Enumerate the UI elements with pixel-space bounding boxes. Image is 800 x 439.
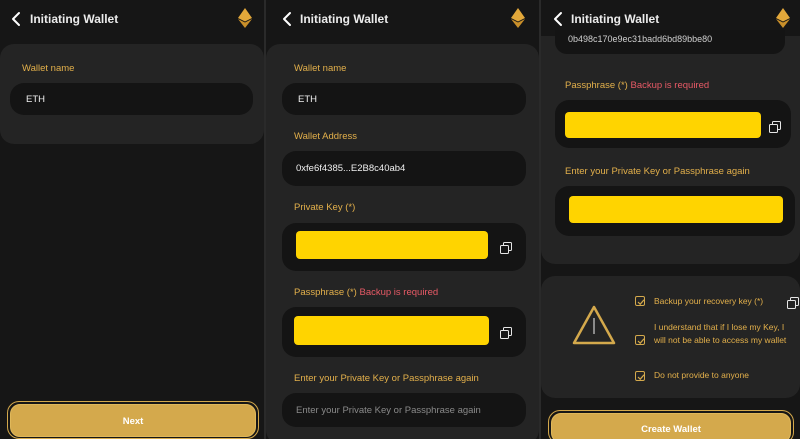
confirm-key-input[interactable] [555,186,795,236]
passphrase-redaction [565,112,761,138]
check-label-no-share: Do not provide to anyone [654,370,749,380]
passphrase-field[interactable] [555,100,791,148]
confirm-key-input[interactable]: Enter your Private Key or Passphrase aga… [282,393,526,427]
passphrase-field[interactable] [282,307,526,357]
confirm-key-placeholder: Enter your Private Key or Passphrase aga… [296,405,481,416]
ethereum-icon [238,8,252,28]
confirm-key-redaction [569,196,783,223]
passphrase-label: Passphrase (*) Backup is required [294,287,438,298]
passphrase-label-text: Passphrase (*) [565,80,628,91]
warning-triangle-icon [571,304,617,346]
checkbox-no-share[interactable] [635,371,645,381]
wallet-name-value: ETH [26,94,45,105]
wallet-address-label: Wallet Address [294,131,358,142]
wallet-name-label: Wallet name [294,63,347,74]
wallet-name-field[interactable]: ETH [10,83,253,115]
checkbox-backup[interactable] [635,296,645,306]
backup-required-warning: Backup is required [359,287,439,298]
step-wallet-name-screen: Initiating Wallet Wallet name ETH Next [0,0,264,439]
page-title: Initiating Wallet [300,12,389,26]
passphrase-label-text: Passphrase (*) [294,287,357,298]
copy-icon[interactable] [500,326,512,339]
wallet-name-field[interactable]: ETH [282,83,526,115]
chevron-left-icon[interactable] [281,11,295,27]
acknowledgement-card: Backup your recovery key (*) I understan… [541,276,800,398]
page-title: Initiating Wallet [571,12,660,26]
step-wallet-keys-screen: Initiating Wallet Wallet name ETH Wallet… [266,0,539,439]
wallet-address-partial: 0b498c170e9ec31badd6bd89bbe80 [568,34,713,44]
check-label-backup: Backup your recovery key (*) [654,296,764,306]
chevron-left-icon[interactable] [552,11,566,27]
next-button[interactable]: Next [10,404,256,437]
passphrase-label: Passphrase (*) Backup is required [565,80,709,91]
checkbox-understand[interactable] [635,335,645,345]
app-header: Initiating Wallet [266,0,539,40]
passphrase-redaction [294,316,489,345]
wallet-address-value: 0xfe6f4385...E2B8c40ab4 [296,163,406,174]
copy-icon[interactable] [769,120,781,133]
create-wallet-button[interactable]: Create Wallet [551,413,791,439]
private-key-label: Private Key (*) [294,202,356,213]
step-confirm-screen: Initiating Wallet 0b498c170e9ec31badd6bd… [541,0,800,439]
copy-icon[interactable] [500,241,512,254]
wallet-name-label: Wallet name [22,63,75,74]
confirm-key-label: Enter your Private Key or Passphrase aga… [294,373,479,384]
wallet-name-card: Wallet name ETH [0,44,264,144]
ethereum-icon [511,8,525,28]
app-header: Initiating Wallet [0,0,264,40]
private-key-redaction [296,231,488,259]
private-key-field[interactable] [282,223,526,271]
wallet-address-field: 0b498c170e9ec31badd6bd89bbe80 [555,30,785,54]
confirm-key-label: Enter your Private Key or Passphrase aga… [565,166,750,177]
check-label-understand: I understand that if I lose my Key, I wi… [654,322,787,345]
copy-icon[interactable] [787,296,799,309]
page-title: Initiating Wallet [30,12,119,26]
wallet-details-card: Wallet name ETH Wallet Address 0xfe6f438… [266,44,539,439]
wallet-address-field[interactable]: 0xfe6f4385...E2B8c40ab4 [282,151,526,186]
ethereum-icon [776,8,790,28]
chevron-left-icon[interactable] [10,11,24,27]
backup-required-warning: Backup is required [630,80,710,91]
wallet-name-value: ETH [298,94,317,105]
passphrase-card: 0b498c170e9ec31badd6bd89bbe80 Passphrase… [541,30,800,264]
